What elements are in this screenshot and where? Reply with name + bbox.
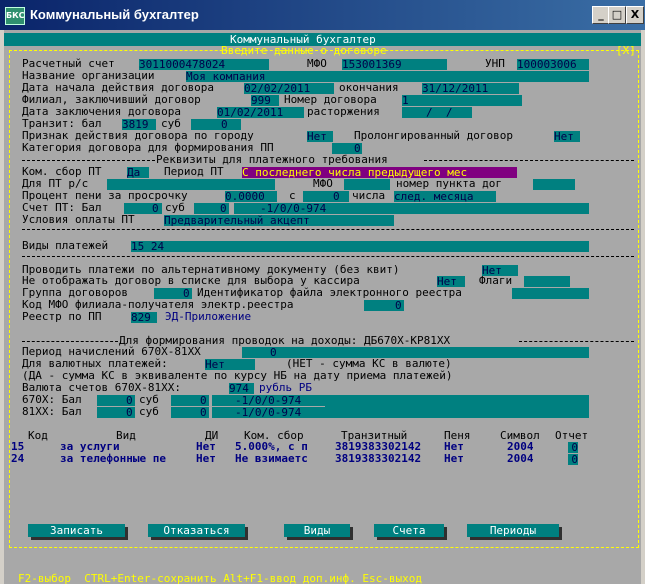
close-button[interactable]: X xyxy=(626,6,644,24)
cell-fee: Не взимаетс xyxy=(235,452,308,465)
acc81-label: 81ХХ: Бал xyxy=(22,405,82,418)
account-currency-code[interactable]: 974 xyxy=(229,383,254,394)
mfo-label: МФО xyxy=(307,57,327,70)
penalty-start-field[interactable]: 0 xyxy=(303,191,349,202)
branch-field[interactable]: 999 xyxy=(251,95,279,106)
pt-code-field[interactable]: -1/0/0-974 xyxy=(234,203,589,214)
cell-di: Нет xyxy=(196,452,216,465)
section-rule xyxy=(22,160,155,161)
mfo-field[interactable]: 153001369 xyxy=(342,59,447,70)
mfo-recv-field[interactable]: 0 xyxy=(364,300,404,311)
city-field[interactable]: Нет xyxy=(307,131,333,142)
acc81-bal-field[interactable]: 0 xyxy=(97,407,135,418)
cancel-button[interactable]: Отказаться xyxy=(148,524,245,537)
cell-report[interactable]: 0 xyxy=(568,454,578,465)
terms-field[interactable]: Предварительный акцепт xyxy=(164,215,394,226)
point-field[interactable] xyxy=(533,179,575,190)
window-titlebar: БКС Коммунальный бухгалтер _ □ X xyxy=(0,0,645,30)
payment-types-label: Виды платежей xyxy=(22,239,109,252)
account-currency-name: рубль РБ xyxy=(259,381,312,394)
cell-penalty: Нет xyxy=(444,452,464,465)
penalty-rate-field[interactable]: 0.0000 xyxy=(225,191,277,202)
accounts-button[interactable]: Счета xyxy=(374,524,444,537)
section-rule xyxy=(22,341,118,342)
pt-sub-field[interactable]: 0 xyxy=(194,203,229,214)
app-icon: БКС xyxy=(5,7,25,25)
save-button[interactable]: Записать xyxy=(28,524,125,537)
registry-name: ЭД-Приложение xyxy=(165,310,252,323)
maximize-button[interactable]: □ xyxy=(608,6,626,24)
terms-label: Условия оплаты ПТ xyxy=(22,213,135,226)
flags-field[interactable] xyxy=(524,276,570,287)
pt-sub-label: суб xyxy=(165,201,185,214)
fee-field[interactable]: Да xyxy=(127,167,149,178)
acc81-code-field[interactable]: -1/0/0-974 xyxy=(212,407,325,418)
sign-date-field[interactable]: 01/02/2011 xyxy=(217,107,304,118)
end-date-field[interactable]: 31/12/2011 xyxy=(422,83,519,94)
acc670-bal-field[interactable]: 0 xyxy=(97,395,135,406)
penalty-month-field[interactable]: след. месяца xyxy=(394,191,496,202)
col-code: Код xyxy=(28,429,48,442)
prolong-label: Пролонгированный договор xyxy=(354,129,513,142)
section-rule xyxy=(424,160,634,161)
cell-code: 24 xyxy=(11,452,25,465)
term-date-field[interactable]: / / xyxy=(402,107,472,118)
registry-code-field[interactable]: 829 xyxy=(131,312,157,323)
contract-number-field[interactable]: 1 xyxy=(402,95,522,106)
registry-label: Реестр по ПП xyxy=(22,310,102,323)
section-rule xyxy=(519,341,634,342)
payment-types-field[interactable]: 15 24 xyxy=(131,241,589,252)
penalty-c-label: с xyxy=(289,189,296,202)
acc670-sub-field[interactable]: 0 xyxy=(171,395,209,406)
term-date-label: расторжения xyxy=(307,105,380,118)
status-bar: F2-выбор CTRL+Enter-сохранить Alt+F1-вво… xyxy=(4,570,641,584)
pt-mfo-label: МФО xyxy=(313,177,333,190)
acc81-sub-field[interactable]: 0 xyxy=(171,407,209,418)
section-rule xyxy=(22,256,634,257)
cell-kind: за телефонные пе xyxy=(60,452,166,465)
unp-field[interactable]: 100003006 xyxy=(517,59,589,70)
console-window: Коммунальный бухгалтер Введите данные о … xyxy=(4,30,641,584)
acc670-code-field[interactable]: -1/0/0-974 xyxy=(212,395,325,406)
flags-label: Флаги xyxy=(479,274,513,287)
section-rule xyxy=(22,229,634,230)
periods-button[interactable]: Периоды xyxy=(467,524,559,537)
point-label: номер пункта дог xyxy=(396,177,502,190)
unp-label: УНП xyxy=(485,57,505,70)
prolong-field[interactable]: Нет xyxy=(554,131,580,142)
period-label: Период ПТ xyxy=(164,165,224,178)
penalty-days-label: числа xyxy=(352,189,386,202)
cell-symbol: 2004 xyxy=(507,452,534,465)
acc670-extra-field[interactable] xyxy=(325,395,589,418)
cell-report[interactable]: 0 xyxy=(568,442,578,453)
window-title: Коммунальный бухгалтер xyxy=(30,7,199,22)
cell-transit: 3819383302142 xyxy=(335,452,422,465)
types-button[interactable]: Виды xyxy=(284,524,350,537)
account-field[interactable]: 3011000478024 xyxy=(139,59,269,70)
status-hints: F2-выбор CTRL+Enter-сохранить Alt+F1-вво… xyxy=(18,572,422,584)
acc81-sub-label: суб xyxy=(139,405,159,418)
eid-field[interactable] xyxy=(512,288,589,299)
